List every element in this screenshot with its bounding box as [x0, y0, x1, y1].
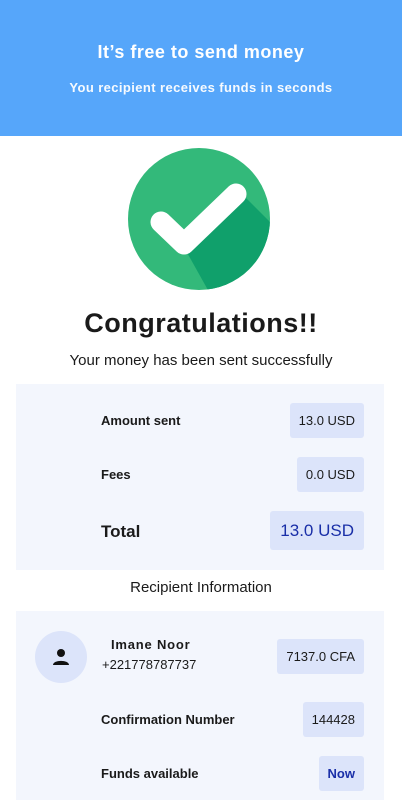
funds-available-label: Funds available — [101, 766, 199, 781]
funds-available-value: Now — [318, 756, 364, 791]
confirmation-number-value: 144428 — [302, 702, 364, 737]
amount-sent-value: 13.0 USD — [289, 403, 364, 438]
banner-subtitle: You recipient receives funds in seconds — [69, 80, 333, 95]
fees-label: Fees — [101, 467, 131, 482]
recipient-section-title: Recipient Information — [130, 579, 272, 596]
banner-title: It’s free to send money — [97, 42, 305, 62]
confirmation-number-label: Confirmation Number — [101, 712, 235, 727]
transfer-summary-card: Amount sent 13.0 USD Fees 0.0 USD Total … — [16, 384, 384, 570]
success-message: Your money has been sent successfully — [69, 352, 333, 369]
recipient-name: Imane Noor — [111, 637, 191, 652]
promo-banner: It’s free to send money You recipient re… — [0, 0, 402, 136]
amount-sent-label: Amount sent — [101, 413, 181, 428]
check-circle-icon — [128, 148, 270, 290]
person-icon — [53, 649, 69, 665]
fees-value: 0.0 USD — [296, 457, 364, 492]
total-label: Total — [101, 522, 141, 541]
recipient-phone: +221778787737 — [102, 657, 197, 672]
total-value: 13.0 USD — [270, 511, 364, 550]
avatar — [35, 631, 87, 683]
recipient-card: Imane Noor +221778787737 7137.0 CFA Conf… — [16, 611, 384, 800]
received-amount: 7137.0 CFA — [277, 639, 364, 674]
success-title: Congratulations!! — [84, 308, 318, 338]
